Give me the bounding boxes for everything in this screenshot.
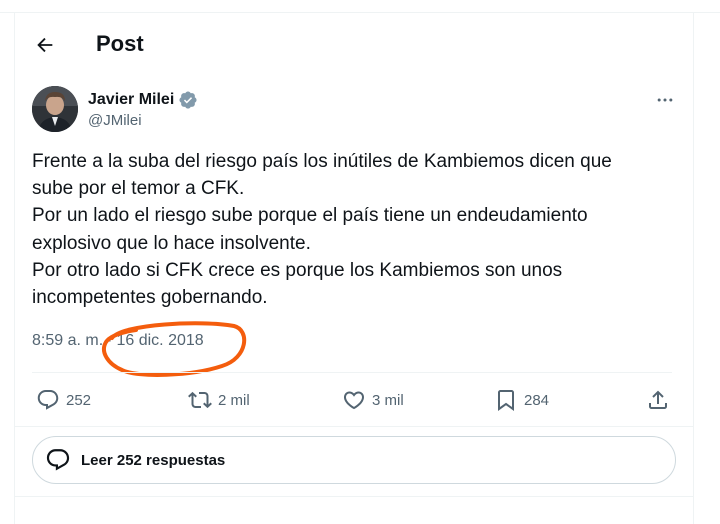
bookmark-count: 284 [524,391,550,409]
bookmark-icon [498,390,514,411]
tweet-line: Por otro lado si CFK crece es porque los… [32,259,563,281]
avatar[interactable] [32,86,78,132]
tweet-line: sube por el temor a CFK. [32,178,245,200]
arrow-left-icon [37,37,53,53]
tweet-line: Por un lado el riesgo sube porque el paí… [32,205,588,227]
actions-divider [14,426,694,427]
reply-count: 252 [66,391,92,409]
meta-separator: · [107,332,113,349]
post-header: Post [14,22,694,66]
like-count: 3 mil [372,391,404,409]
share-button[interactable] [646,384,670,416]
tweet-line: incompetentes gobernando. [32,287,268,309]
meta-divider [32,372,672,373]
tweet-meta: 8:59 a. m. · 16 dic. 2018 [32,332,204,350]
heart-icon [343,391,365,410]
bookmark-button[interactable]: 284 [494,384,549,416]
tweet-line: Frente a la suba del riesgo país los inú… [32,151,612,172]
tweet-text: Frente a la suba del riesgo país los inú… [32,148,672,311]
tweet-line: explosivo que lo hace insolvente. [32,232,311,254]
tweet-time[interactable]: 8:59 a. m. [32,332,103,349]
author-name[interactable]: Javier Milei [88,91,174,109]
verified-badge-icon [179,91,197,109]
reply-button[interactable]: 252 [36,384,91,416]
like-button[interactable]: 3 mil [342,384,404,416]
share-icon [649,390,667,409]
action-bar: 252 2 mil 3 mil 284 [32,384,682,416]
retweet-button[interactable]: 2 mil [188,384,250,416]
more-dots-icon [657,98,673,102]
retweet-count: 2 mil [218,391,250,409]
speech-bubble-icon [46,449,70,471]
read-replies-label: Leer 252 respuestas [81,451,226,469]
tweet-date[interactable]: 16 dic. 2018 [116,332,203,349]
back-button[interactable] [28,28,62,62]
name-row: Javier Milei [88,90,198,110]
bottom-divider [14,496,694,497]
avatar-image [32,86,78,132]
retweet-icon [188,391,212,409]
read-replies-button[interactable]: Leer 252 respuestas [32,436,676,484]
reply-icon [37,390,59,410]
author-handle[interactable]: @JMilei [88,112,142,129]
more-options-button[interactable] [648,86,682,114]
page-title: Post [96,31,144,56]
